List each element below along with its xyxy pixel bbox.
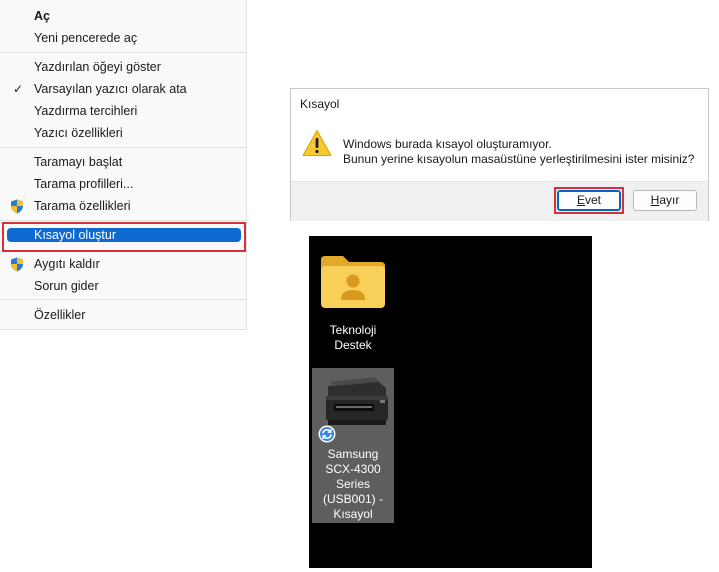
menu-item-remove-device[interactable]: Aygıtı kaldır — [0, 253, 247, 275]
dialog-title: Kısayol — [300, 97, 340, 111]
menu-item-label: Sorun gider — [34, 279, 99, 293]
shortcut-sync-icon — [318, 425, 336, 443]
menu-item-troubleshoot[interactable]: Sorun gider — [0, 275, 247, 297]
label-line: Samsung — [327, 447, 379, 461]
menu-separator — [0, 147, 246, 148]
menu-item-set-default-printer[interactable]: ✓ Varsayılan yazıcı olarak ata — [0, 78, 247, 100]
menu-item-scan-properties[interactable]: Tarama özellikleri — [0, 195, 247, 217]
menu-item-label: Yeni pencerede aç — [34, 31, 138, 45]
label-line: (USB001) - — [322, 492, 384, 506]
menu-item-label: Aç — [34, 9, 50, 23]
warning-icon — [302, 130, 332, 156]
no-button[interactable]: Hayır — [633, 190, 697, 211]
menu-item-properties[interactable]: Özellikler — [0, 304, 247, 326]
desktop-icon-folder[interactable]: Teknoloji Destek — [309, 236, 397, 356]
label-line: Destek — [334, 338, 372, 352]
label-line: SCX-4300 — [325, 462, 381, 476]
menu-item-label: Tarama özellikleri — [34, 199, 131, 213]
menu-item-scan-profiles[interactable]: Tarama profilleri... — [0, 173, 247, 195]
desktop-icon-printer-shortcut[interactable]: Samsung SCX-4300 Series (USB001) - Kısay… — [312, 368, 394, 523]
shortcut-dialog: Kısayol Windows burada kısayol oluşturam… — [290, 88, 709, 221]
menu-item-label: Tarama profilleri... — [34, 177, 134, 191]
annotation-highlight-box — [554, 187, 624, 214]
menu-item-see-printing[interactable]: Yazdırılan öğeyi göster — [0, 56, 247, 78]
menu-item-printing-preferences[interactable]: Yazdırma tercihleri — [0, 100, 247, 122]
user-folder-icon — [321, 256, 385, 308]
dialog-message-line2: Bunun yerine kısayolun masaüstüne yerleş… — [343, 152, 695, 166]
printer-icon — [326, 377, 388, 425]
menu-item-open-new-window[interactable]: Yeni pencerede aç — [0, 27, 247, 49]
menu-item-printer-properties[interactable]: Yazıcı özellikleri — [0, 122, 247, 144]
menu-item-label: Yazdırılan öğeyi göster — [34, 60, 161, 74]
menu-item-start-scan[interactable]: Taramayı başlat — [0, 151, 247, 173]
label-line: Teknoloji — [329, 323, 377, 337]
menu-separator — [0, 220, 246, 221]
label-line: Kısayol — [333, 507, 373, 521]
annotation-highlight-box — [2, 222, 246, 252]
menu-item-label: Yazıcı özellikleri — [34, 126, 123, 140]
desktop-icon-label: Teknoloji Destek — [309, 323, 397, 353]
context-menu: Aç Yeni pencerede aç Yazdırılan öğeyi gö… — [0, 0, 247, 330]
label-line: Series — [335, 477, 370, 491]
checkmark-icon: ✓ — [13, 82, 24, 96]
uac-shield-icon — [11, 257, 23, 272]
menu-item-label: Özellikler — [34, 308, 86, 322]
no-button-label: ayır — [659, 193, 680, 207]
menu-separator — [0, 52, 246, 53]
desktop-area: Teknoloji Destek Samsung SCX-4300 Series… — [309, 236, 592, 568]
menu-item-label: Varsayılan yazıcı olarak ata — [34, 82, 187, 96]
dialog-message-line1: Windows burada kısayol oluşturamıyor. — [343, 137, 552, 151]
menu-separator — [0, 299, 246, 300]
menu-item-open[interactable]: Aç — [0, 5, 247, 27]
menu-item-label: Aygıtı kaldır — [34, 257, 100, 271]
menu-item-label: Yazdırma tercihleri — [34, 104, 138, 118]
uac-shield-icon — [11, 199, 23, 214]
desktop-icon-label: Samsung SCX-4300 Series (USB001) - Kısay… — [312, 447, 394, 522]
menu-item-label: Taramayı başlat — [34, 155, 123, 169]
